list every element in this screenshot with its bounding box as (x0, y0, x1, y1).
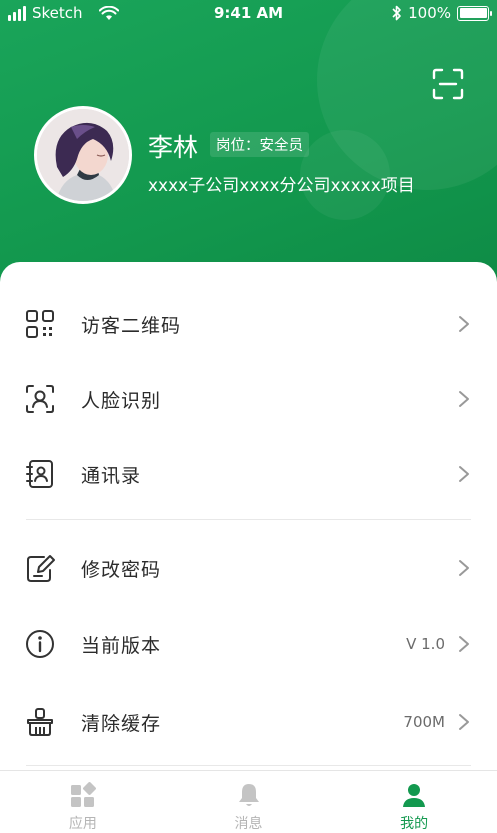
bluetooth-icon (392, 5, 401, 21)
info-icon (26, 630, 54, 658)
menu-item-visitor-qr[interactable]: 访客二维码 (0, 289, 497, 359)
chevron-right-icon (459, 714, 469, 730)
menu-item-change-password[interactable]: 修改密码 (0, 533, 497, 603)
tab-me[interactable]: 我的 (331, 771, 497, 833)
avatar-illustration (37, 109, 129, 201)
menu-item-label: 访客二维码 (81, 314, 182, 337)
chevron-right-icon (459, 391, 469, 407)
user-name: 李林 (148, 133, 199, 162)
section-divider (26, 765, 471, 766)
chevron-right-icon (459, 560, 469, 576)
apps-icon (70, 782, 96, 807)
cache-size-value: 700M (403, 713, 445, 731)
battery-level (459, 8, 487, 18)
section-divider (26, 519, 471, 520)
menu-item-label: 人脸识别 (81, 389, 162, 412)
menu-item-label: 通讯录 (81, 464, 142, 487)
qr-code-icon (26, 310, 54, 338)
status-bar: Sketch 9:41 AM 100% (0, 0, 497, 28)
user-icon (403, 784, 426, 807)
tab-label: 消息 (234, 816, 263, 832)
menu-item-current-version[interactable]: 当前版本 V 1.0 (0, 609, 497, 679)
chevron-right-icon (459, 466, 469, 482)
bottom-tab-bar: 应用 消息 我的 (0, 770, 497, 833)
tab-label: 应用 (68, 816, 97, 832)
chevron-right-icon (459, 316, 469, 332)
profile-header: Sketch 9:41 AM 100% 李林 岗位：安全员 xxxx子公司xxx… (0, 0, 497, 300)
bell-icon (238, 784, 259, 806)
face-scan-icon (26, 385, 54, 413)
edit-password-icon (27, 555, 55, 582)
menu-item-face-recognition[interactable]: 人脸识别 (0, 364, 497, 434)
clean-brush-icon (27, 708, 53, 736)
tab-apps[interactable]: 应用 (0, 771, 166, 833)
menu-card: 访客二维码 人脸识别 通讯录 修改密码 当前版本 V 1.0 清除缓存 700M (0, 262, 497, 770)
battery-icon (457, 5, 492, 21)
user-organization: xxxx子公司xxxx分公司xxxxx项目 (148, 176, 415, 196)
menu-item-label: 清除缓存 (81, 712, 162, 735)
contacts-book-icon (26, 460, 53, 488)
user-role-badge: 岗位：安全员 (210, 132, 309, 157)
scan-icon[interactable] (432, 68, 464, 100)
avatar[interactable] (34, 106, 132, 204)
tab-label: 我的 (400, 816, 429, 832)
menu-item-label: 修改密码 (81, 558, 162, 581)
chevron-right-icon (459, 636, 469, 652)
tab-messages[interactable]: 消息 (166, 771, 332, 833)
menu-item-label: 当前版本 (81, 634, 162, 657)
menu-item-contacts[interactable]: 通讯录 (0, 439, 497, 509)
menu-item-clear-cache[interactable]: 清除缓存 700M (0, 687, 497, 757)
battery-percent: 100% (408, 4, 451, 22)
version-value: V 1.0 (406, 635, 445, 653)
